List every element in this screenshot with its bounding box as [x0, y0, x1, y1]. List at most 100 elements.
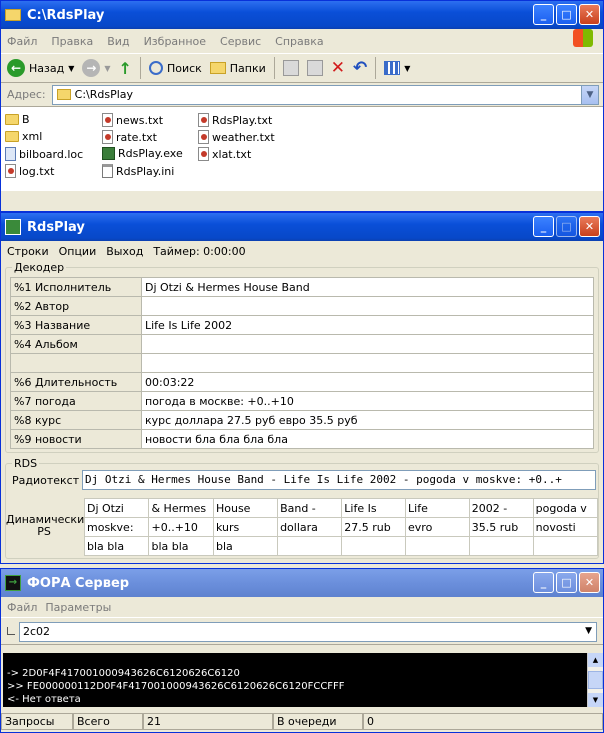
scroll-thumb[interactable] [588, 671, 603, 689]
folder-icon [5, 131, 19, 142]
delete-icon[interactable]: ✕ [331, 58, 345, 78]
status-bar: Запросы Всего 21 В очереди 0 [1, 713, 603, 731]
menu-file[interactable]: Файл [7, 35, 37, 48]
dps-cell[interactable] [532, 536, 599, 556]
dps-cell[interactable] [341, 536, 407, 556]
maximize-button[interactable]: □ [556, 4, 577, 25]
close-button[interactable]: ✕ [579, 572, 600, 593]
copy-to-icon[interactable] [306, 60, 323, 76]
close-button[interactable]: ✕ [579, 4, 600, 25]
row-key: %4 Альбом [10, 334, 142, 354]
menu-help[interactable]: Справка [275, 35, 323, 48]
dps-cell[interactable]: 27.5 rub [341, 517, 407, 537]
file-item[interactable]: rate.txt [102, 130, 157, 144]
dps-cell[interactable]: bla bla [83, 536, 150, 556]
dps-cell[interactable]: bla [212, 536, 279, 556]
dps-cell[interactable]: & Hermes [148, 498, 214, 518]
views-icon [384, 61, 401, 75]
app-icon: → [5, 575, 21, 591]
file-item[interactable]: weather.txt [198, 130, 275, 144]
dps-cell[interactable]: bla bla [148, 536, 214, 556]
close-button[interactable]: ✕ [579, 216, 600, 237]
device-combo[interactable]: 2c02 ▼ [19, 622, 597, 642]
radiotext-label: Радиотекст [12, 474, 80, 487]
file-item[interactable]: B [5, 113, 30, 126]
row-value[interactable]: Life Is Life 2002 [141, 315, 594, 335]
folders-button[interactable]: Папки [209, 62, 266, 75]
file-item[interactable]: RdsPlay.exe [102, 147, 183, 160]
dps-cell[interactable]: Band - [277, 498, 343, 518]
row-value[interactable]: Dj Otzi & Hermes House Band [141, 277, 594, 297]
dps-cell[interactable]: +0..+10 [148, 517, 214, 537]
row-value[interactable]: курс доллара 27.5 руб евро 35.5 руб [141, 410, 594, 430]
decoder-table: %1 Исполнитель Dj Otzi & Hermes House Ban… [10, 277, 594, 449]
row-value[interactable] [141, 334, 594, 354]
dps-cell[interactable]: pogoda v [532, 498, 599, 518]
folder-icon [56, 89, 71, 100]
dps-cell[interactable] [277, 536, 343, 556]
file-item[interactable]: RdsPlay.ini [102, 164, 174, 178]
console-scrollbar[interactable]: ▲ ▼ [587, 653, 603, 707]
menu-tools[interactable]: Сервис [220, 35, 261, 48]
menu-exit[interactable]: Выход [106, 245, 143, 258]
dps-cell[interactable]: novosti [532, 517, 599, 537]
scroll-up-icon[interactable]: ▲ [588, 653, 603, 667]
maximize-button[interactable]: □ [556, 572, 577, 593]
menu-strings[interactable]: Строки [7, 245, 49, 258]
row-value[interactable]: новости бла бла бла бла [141, 429, 594, 449]
file-item[interactable]: log.txt [5, 164, 54, 178]
search-button[interactable]: Поиск [148, 61, 202, 75]
dps-cell[interactable]: evro [405, 517, 470, 537]
dps-cell[interactable]: kurs [212, 517, 279, 537]
menu-favorites[interactable]: Избранное [144, 35, 206, 48]
menu-options[interactable]: Опции [59, 245, 97, 258]
views-button[interactable]: ▼ [384, 61, 410, 75]
dps-cell[interactable]: Life [405, 498, 470, 518]
table-row: %1 Исполнитель Dj Otzi & Hermes House Ban… [10, 277, 594, 297]
file-item[interactable]: xlat.txt [198, 147, 251, 161]
console-line: >> FE000000112D0F4F417001000943626C61206… [7, 681, 345, 692]
move-to-icon[interactable] [282, 60, 299, 76]
console-line: -> 2D0F4F417001000943626C6120626C6120 [7, 668, 240, 679]
dps-cell[interactable]: Life Is [341, 498, 407, 518]
dps-cell[interactable]: 35.5 rub [468, 517, 534, 537]
forward-button[interactable]: → ▼ [82, 59, 111, 77]
fora-titlebar[interactable]: → ФОРА Сервер _ □ ✕ [1, 569, 603, 597]
address-input[interactable]: C:\RdsPlay ▼ [51, 84, 599, 105]
row-key: %7 погода [10, 391, 142, 411]
dps-cell[interactable]: House [212, 498, 279, 518]
maximize-button[interactable]: □ [556, 216, 577, 237]
file-item[interactable]: xml [5, 130, 42, 143]
address-dropdown-button[interactable]: ▼ [581, 85, 598, 104]
file-item[interactable]: RdsPlay.txt [198, 113, 272, 127]
search-label: Поиск [166, 61, 202, 75]
minimize-button[interactable]: _ [533, 4, 554, 25]
dps-cell[interactable]: 2002 - [468, 498, 534, 518]
rdsplay-titlebar[interactable]: RdsPlay _ □ ✕ [1, 213, 603, 241]
explorer-titlebar[interactable]: C:\RdsPlay _ □ ✕ [1, 1, 603, 29]
table-row: %4 Альбом [10, 334, 594, 354]
back-button[interactable]: ← Назад ▼ [7, 59, 74, 77]
row-value[interactable]: 00:03:22 [141, 372, 594, 392]
menu-view[interactable]: Вид [107, 35, 129, 48]
up-folder-icon[interactable]: ↑ [119, 59, 132, 78]
menu-edit[interactable]: Правка [51, 35, 93, 48]
scroll-down-icon[interactable]: ▼ [588, 693, 603, 707]
minimize-button[interactable]: _ [533, 572, 554, 593]
undo-icon[interactable]: ↶ [353, 58, 367, 78]
row-value[interactable] [141, 353, 594, 373]
dps-cell[interactable]: moskve: [83, 517, 150, 537]
radiotext-value: Dj Otzi & Hermes House Band - Life Is Li… [85, 473, 562, 486]
menu-file[interactable]: Файл [7, 601, 37, 614]
minimize-button[interactable]: _ [533, 216, 554, 237]
menu-parameters[interactable]: Параметры [45, 601, 111, 614]
dps-cell[interactable]: dollara [277, 517, 343, 537]
row-value[interactable] [141, 296, 594, 316]
radiotext-field[interactable]: Dj Otzi & Hermes House Band - Life Is Li… [82, 470, 596, 490]
dps-cell[interactable]: Dj Otzi [83, 498, 150, 518]
row-value[interactable]: погода в москве: +0..+10 [141, 391, 594, 411]
file-item[interactable]: news.txt [102, 113, 163, 127]
dps-cell[interactable] [468, 536, 534, 556]
dps-cell[interactable] [405, 536, 470, 556]
file-item[interactable]: bilboard.loc [5, 147, 83, 161]
